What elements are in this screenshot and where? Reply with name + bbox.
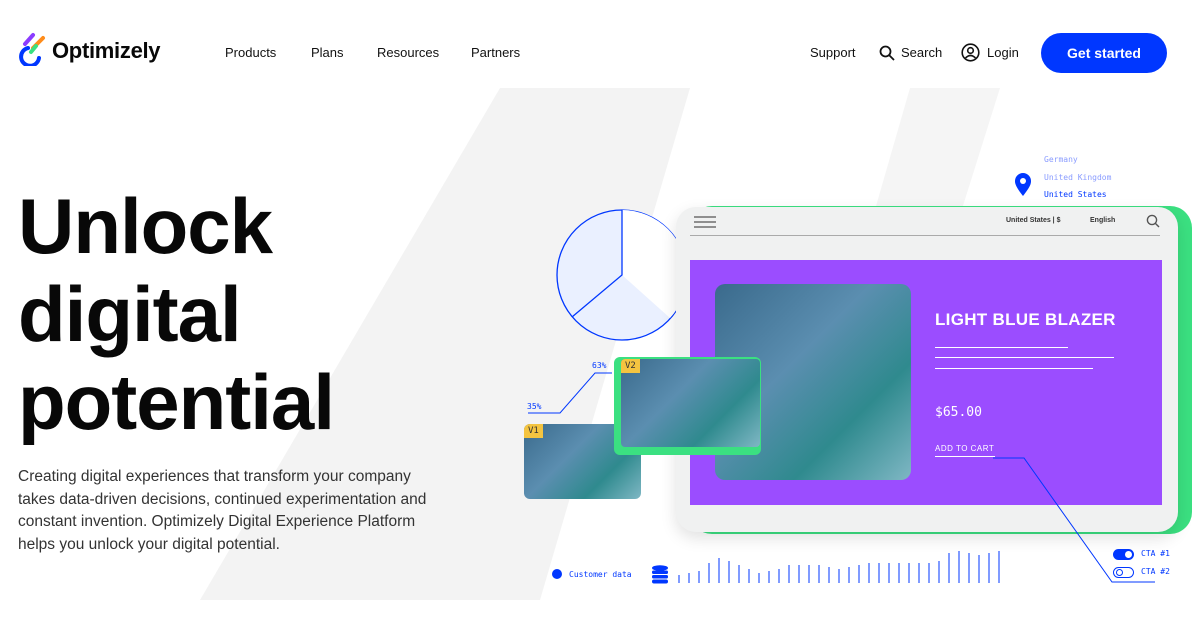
hero-description: Creating digital experiences that transf… bbox=[18, 468, 427, 553]
nav-resources[interactable]: Resources bbox=[377, 45, 439, 60]
data-bars-graphic bbox=[678, 551, 1000, 583]
product-price: $65.00 bbox=[935, 405, 982, 420]
database-icon bbox=[652, 565, 668, 584]
location-uk[interactable]: United Kingdom bbox=[1044, 169, 1111, 187]
nav-search[interactable]: Search bbox=[901, 45, 942, 60]
variant-v2-card[interactable]: V2 bbox=[621, 359, 760, 447]
search-icon[interactable] bbox=[879, 45, 895, 61]
language-selector[interactable]: English bbox=[1090, 217, 1115, 224]
add-to-cart-button[interactable]: ADD TO CART bbox=[935, 444, 994, 453]
nav-products[interactable]: Products bbox=[225, 45, 276, 60]
customer-data-label: Customer data bbox=[569, 570, 632, 579]
text-line bbox=[935, 368, 1093, 369]
location-us[interactable]: United States bbox=[1044, 186, 1111, 204]
cta-connector-line bbox=[993, 457, 1155, 583]
customer-data-dot bbox=[552, 569, 562, 579]
hero-heading: Unlock digital potential bbox=[18, 182, 335, 446]
user-icon[interactable] bbox=[961, 43, 980, 62]
text-line bbox=[935, 347, 1068, 348]
cta-1-toggle[interactable] bbox=[1113, 549, 1134, 560]
search-icon[interactable] bbox=[1146, 214, 1160, 228]
cta-1-label: CTA #1 bbox=[1141, 549, 1170, 558]
text-line bbox=[935, 357, 1114, 358]
variant-v2-percent: 63% bbox=[592, 361, 607, 370]
hamburger-menu-icon[interactable] bbox=[694, 215, 716, 229]
variant-connector-lines bbox=[528, 372, 612, 414]
location-germany[interactable]: Germany bbox=[1044, 151, 1111, 169]
underline bbox=[935, 456, 995, 457]
location-pin-icon bbox=[1015, 173, 1031, 196]
region-selector[interactable]: United States | $ bbox=[1006, 217, 1060, 224]
nav-support[interactable]: Support bbox=[810, 45, 856, 60]
brand-name[interactable]: Optimizely bbox=[52, 38, 161, 64]
cta-2-toggle[interactable] bbox=[1113, 567, 1134, 578]
product-name: LIGHT BLUE BLAZER bbox=[935, 310, 1116, 329]
nav-login[interactable]: Login bbox=[987, 45, 1019, 60]
variant-v1-percent: 35% bbox=[527, 402, 542, 411]
tablet-divider bbox=[690, 235, 1160, 236]
nav-partners[interactable]: Partners bbox=[471, 45, 520, 60]
get-started-button[interactable]: Get started bbox=[1041, 33, 1167, 73]
cta-2-label: CTA #2 bbox=[1141, 567, 1170, 576]
nav-plans[interactable]: Plans bbox=[311, 45, 344, 60]
optimizely-logo-icon bbox=[19, 33, 45, 66]
